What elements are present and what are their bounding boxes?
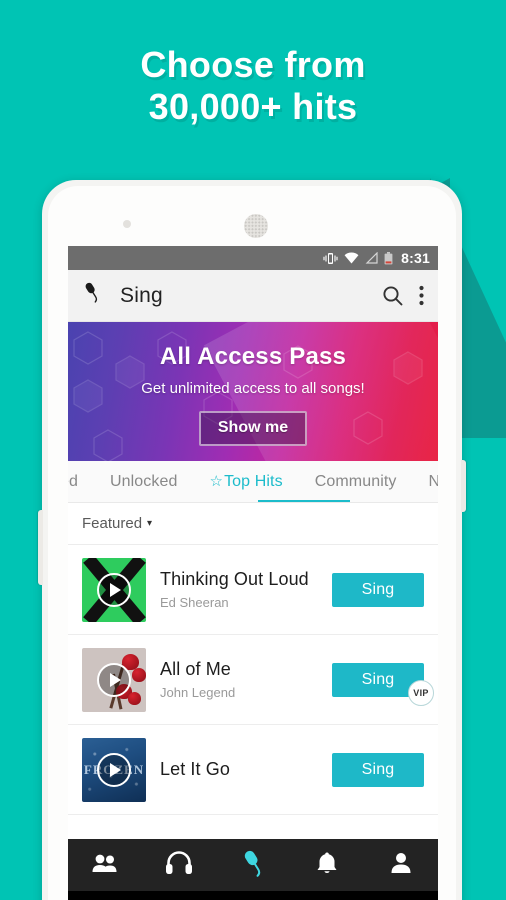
search-icon[interactable] — [382, 285, 403, 306]
sing-button-wrapper: Sing — [332, 752, 424, 787]
chevron-down-icon: ▾ — [147, 518, 153, 529]
tab-label: Unlocked — [110, 472, 178, 490]
tab-label: N — [429, 473, 439, 491]
person-icon — [390, 852, 412, 879]
tab-unlocked[interactable]: Unlocked — [94, 461, 194, 502]
vibrate-icon — [323, 252, 338, 265]
table-row[interactable]: Thinking Out Loud Ed Sheeran Sing — [68, 545, 438, 635]
song-meta: Thinking Out Loud Ed Sheeran — [160, 569, 332, 610]
tab-next[interactable]: N — [413, 461, 439, 502]
earpiece-speaker-icon — [244, 214, 268, 238]
volume-rocker-button[interactable] — [38, 510, 43, 585]
headphones-icon — [165, 850, 193, 880]
power-button[interactable] — [461, 460, 466, 512]
bottom-navigation-bar — [68, 839, 438, 891]
sing-button[interactable]: Sing — [332, 572, 424, 607]
banner-subtitle: Get unlimited access to all songs! — [141, 380, 365, 397]
microphone-icon — [82, 281, 102, 310]
android-navigation-bar — [68, 891, 438, 900]
app-title: Sing — [120, 283, 163, 307]
front-camera-icon — [123, 220, 131, 228]
list-header: Featured ▾ — [68, 503, 438, 545]
album-art-roses[interactable] — [82, 647, 146, 712]
overflow-menu-icon[interactable] — [419, 285, 424, 306]
tab-unlocked-prev[interactable]: ed — [68, 461, 94, 502]
table-row[interactable]: All of Me John Legend Sing VIP — [68, 635, 438, 725]
nav-item-people[interactable] — [68, 839, 142, 891]
status-bar: 8:31 — [68, 246, 438, 270]
banner-content: All Access Pass Get unlimited access to … — [68, 322, 438, 446]
bell-icon — [316, 851, 338, 880]
nav-item-profile[interactable] — [364, 839, 438, 891]
table-row[interactable]: FROZEN Let It Go Sing — [68, 725, 438, 815]
album-art-frozen[interactable]: FROZEN — [82, 737, 146, 802]
all-access-pass-banner[interactable]: All Access Pass Get unlimited access to … — [68, 322, 438, 461]
app-bar: Sing — [68, 270, 438, 322]
tab-top-hits[interactable]: ☆ Top Hits — [194, 461, 299, 502]
song-artist: Ed Sheeran — [160, 595, 229, 610]
headline-line-1: Choose from — [140, 44, 366, 85]
play-icon[interactable] — [97, 752, 131, 787]
nav-item-headphones[interactable] — [142, 839, 216, 891]
promo-headline: Choose from 30,000+ hits — [0, 44, 506, 128]
featured-filter-dropdown[interactable]: Featured ▾ — [82, 515, 152, 532]
song-title: All of Me — [160, 659, 231, 679]
nav-item-sing[interactable] — [216, 839, 290, 891]
tab-label: Top Hits — [224, 472, 283, 490]
song-meta: Let It Go — [160, 759, 332, 780]
nav-item-notifications[interactable] — [290, 839, 364, 891]
microphone-icon — [240, 849, 266, 882]
sing-button-wrapper: Sing VIP — [332, 662, 434, 706]
people-icon — [91, 853, 119, 878]
battery-icon — [384, 251, 393, 265]
tab-label: ed — [68, 472, 78, 490]
show-me-button[interactable]: Show me — [198, 411, 308, 446]
banner-title: All Access Pass — [159, 343, 347, 370]
tab-active-indicator — [258, 500, 350, 502]
tab-label: Community — [314, 472, 397, 490]
album-art-x-green[interactable] — [82, 557, 146, 622]
star-outline-icon: ☆ — [209, 473, 224, 490]
headline-line-2: 30,000+ hits — [148, 86, 358, 128]
featured-filter-label: Featured — [82, 515, 143, 532]
sing-button-wrapper: Sing — [332, 572, 424, 607]
play-icon[interactable] — [97, 662, 131, 697]
play-icon[interactable] — [97, 572, 131, 607]
signal-icon — [365, 252, 378, 264]
wifi-icon — [344, 252, 359, 264]
vip-badge: VIP — [408, 679, 434, 706]
tab-community[interactable]: Community — [299, 461, 413, 502]
tab-bar: ed Unlocked ☆ Top Hits Community N — [68, 461, 438, 503]
phone-screen: 8:31 Sing All Access Pass Get unlimited … — [68, 246, 438, 900]
status-bar-clock: 8:31 — [401, 250, 430, 266]
phone-device: 8:31 Sing All Access Pass Get unlimited … — [38, 180, 466, 900]
song-meta: All of Me John Legend — [160, 659, 332, 700]
sing-button[interactable]: Sing — [332, 752, 424, 787]
song-title: Thinking Out Loud — [160, 569, 309, 589]
song-artist: John Legend — [160, 685, 236, 700]
song-title: Let It Go — [160, 759, 230, 779]
